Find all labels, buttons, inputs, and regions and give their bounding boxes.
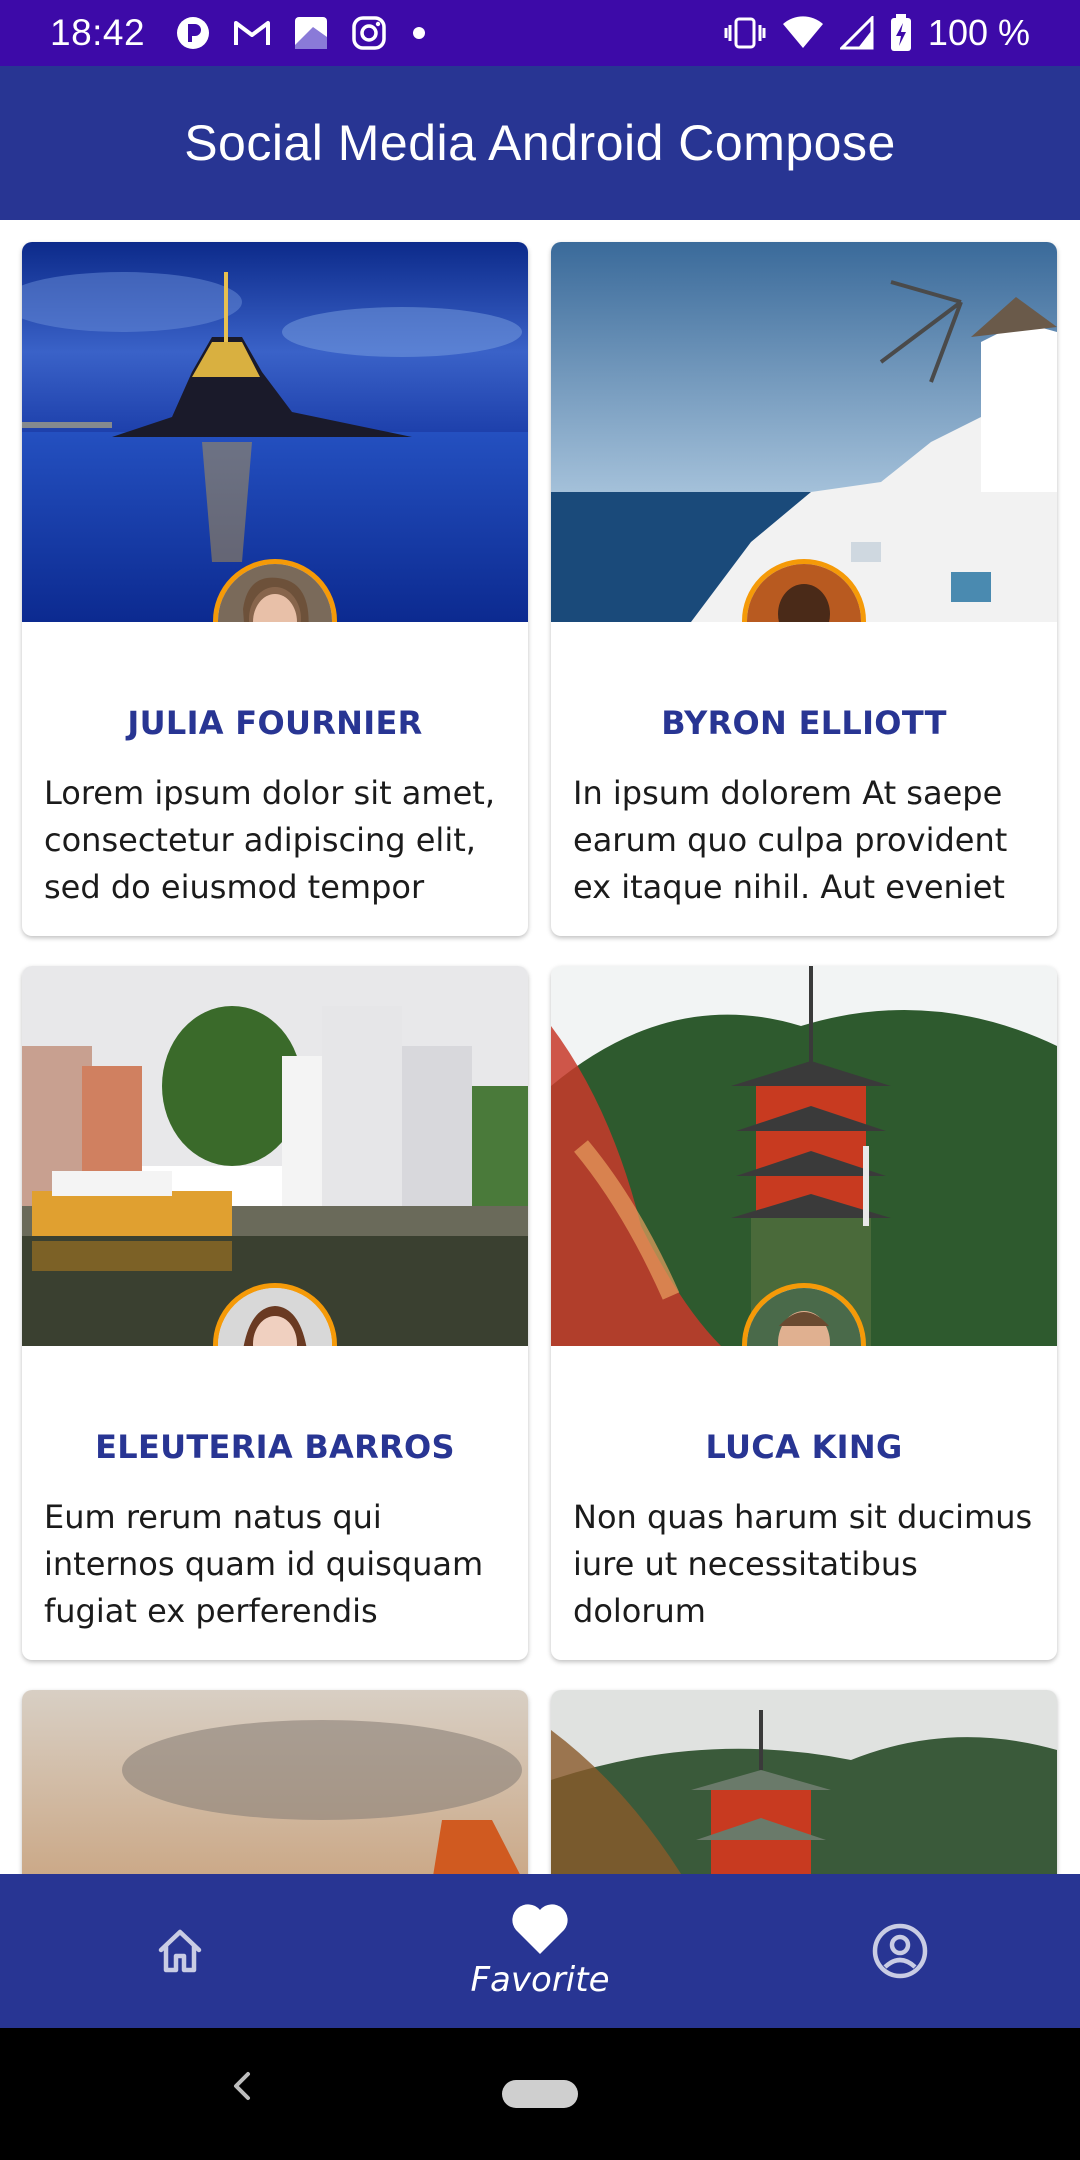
posts-grid[interactable]: JULIA FOURNIER Lorem ipsum dolor sit ame… (0, 220, 1080, 1874)
post-image-pagoda-2 (551, 1690, 1057, 1874)
post-description: Lorem ipsum dolor sit amet, consectetur … (44, 774, 495, 906)
nav-home[interactable] (0, 1874, 360, 2028)
nav-favorite[interactable]: Favorite (360, 1874, 720, 2028)
post-card[interactable]: JULIA FOURNIER Lorem ipsum dolor sit ame… (22, 242, 528, 936)
home-pill[interactable] (502, 2080, 578, 2108)
author-name: JULIA FOURNIER (127, 704, 423, 742)
post-image-pagoda (551, 966, 1057, 1346)
author-name: BYRON ELLIOTT (661, 704, 947, 742)
nav-profile[interactable] (720, 1874, 1080, 2028)
nav-favorite-label: Favorite (470, 1960, 610, 2000)
bottom-navigation: Favorite (0, 1874, 1080, 2028)
gmail-icon (234, 21, 271, 45)
post-image-sunset (22, 1690, 528, 1874)
post-description: Eum rerum natus qui internos quam id qui… (44, 1498, 484, 1630)
post-card[interactable]: LUCA KING Non quas harum sit ducimus iur… (551, 966, 1057, 1660)
post-image-canal (22, 966, 528, 1346)
app-title: Social Media Android Compose (184, 115, 896, 171)
system-navigation-bar (0, 2028, 1080, 2160)
post-description: Non quas harum sit ducimus iure ut neces… (573, 1498, 1033, 1630)
status-bar: 18:42 100 % (0, 0, 1080, 66)
post-image-castle (22, 242, 528, 622)
wifi-icon (782, 16, 823, 48)
battery-percentage: 100 % (927, 12, 1030, 53)
battery-charging-icon (890, 14, 911, 51)
post-description: In ipsum dolorem At saepe earum quo culp… (573, 774, 1008, 906)
home-icon (158, 1929, 202, 1973)
signal-icon (839, 16, 874, 50)
post-card[interactable] (22, 1690, 528, 1874)
instagram-icon (352, 16, 386, 50)
dot-icon (413, 27, 426, 39)
author-name: LUCA KING (705, 1428, 903, 1466)
gallery-icon (295, 17, 328, 49)
post-card[interactable]: BYRON ELLIOTT In ipsum dolorem At saepe … (551, 242, 1057, 936)
system-status-icons: 100 % (724, 12, 1030, 54)
post-image-windmill (551, 242, 1057, 622)
vibrate-icon (724, 17, 766, 49)
top-app-bar: Social Media Android Compose (0, 66, 1080, 220)
app-notification-icon (177, 17, 210, 49)
status-time: 18:42 (50, 12, 146, 53)
post-card[interactable]: ELEUTERIA BARROS Eum rerum natus qui int… (22, 966, 528, 1660)
notification-icons (175, 15, 429, 51)
back-icon[interactable] (226, 2066, 256, 2106)
post-card[interactable] (551, 1690, 1057, 1874)
profile-icon (872, 1923, 928, 1979)
heart-icon (512, 1904, 568, 1954)
author-name: ELEUTERIA BARROS (95, 1428, 455, 1466)
